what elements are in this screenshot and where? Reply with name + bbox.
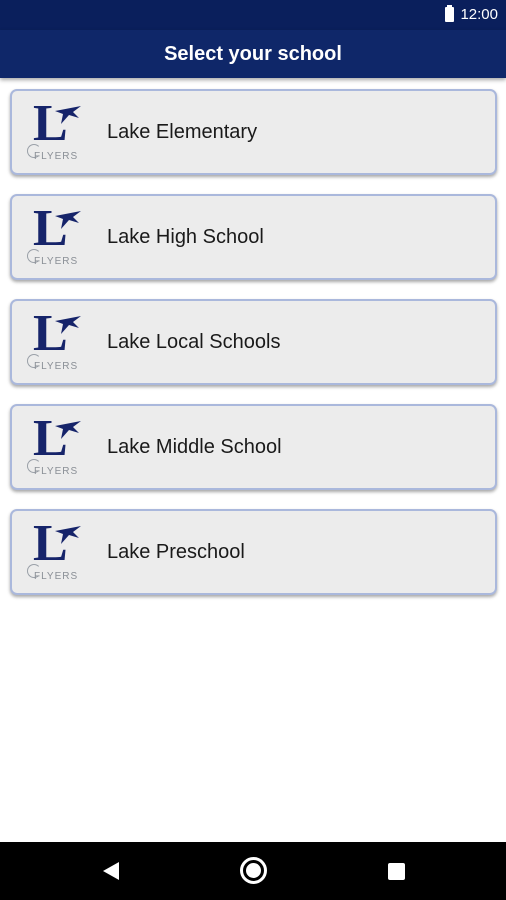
app-bar: Select your school [0,30,506,78]
school-item-lake-middle-school[interactable]: L FLYERS Lake Middle School [10,404,497,490]
flyers-logo: L FLYERS [27,518,87,584]
school-name: Lake Middle School [107,435,282,458]
school-name: Lake Preschool [107,540,245,563]
school-name: Lake Local Schools [107,330,281,353]
back-icon[interactable] [103,862,119,880]
logo-text: FLYERS [34,571,79,582]
logo-text: FLYERS [34,256,79,267]
jet-icon [55,211,81,229]
logo-text: FLYERS [34,466,79,477]
status-time: 12:00 [460,6,498,23]
recents-icon[interactable] [388,863,405,880]
flyers-logo: L FLYERS [27,308,87,374]
school-name: Lake Elementary [107,120,258,143]
school-item-lake-high-school[interactable]: L FLYERS Lake High School [10,194,497,280]
logo-text: FLYERS [34,151,79,162]
logo-text: FLYERS [34,361,79,372]
school-name: Lake High School [107,225,264,248]
school-item-lake-preschool[interactable]: L FLYERS Lake Preschool [10,509,497,595]
flyers-logo: L FLYERS [27,98,87,164]
jet-icon [55,316,81,334]
school-item-lake-local-schools[interactable]: L FLYERS Lake Local Schools [10,299,497,385]
jet-icon [55,526,81,544]
jet-icon [55,106,81,124]
status-indicators: 12:00 [445,5,498,23]
school-list: L FLYERS Lake Elementary L FLYERS Lake H… [10,89,497,614]
jet-icon [55,421,81,439]
page-title: Select your school [164,42,342,65]
school-item-lake-elementary[interactable]: L FLYERS Lake Elementary [10,89,497,175]
flyers-logo: L FLYERS [27,413,87,479]
battery-icon [445,5,455,22]
home-icon[interactable] [240,857,267,884]
system-nav-bar [0,842,506,900]
status-bar: 12:00 [0,0,506,30]
flyers-logo: L FLYERS [27,203,87,269]
